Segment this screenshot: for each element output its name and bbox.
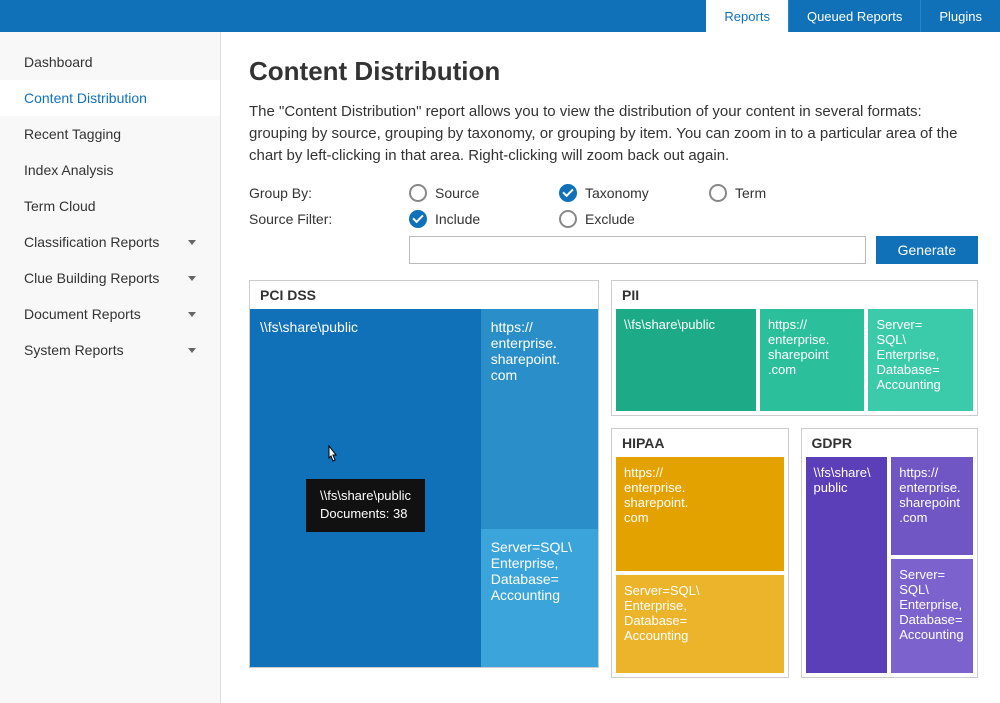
chevron-down-icon <box>188 276 196 281</box>
radio-icon <box>709 184 727 202</box>
sidebar-item-label: Clue Building Reports <box>24 270 159 286</box>
chevron-down-icon <box>188 348 196 353</box>
radio-taxonomy[interactable]: Taxonomy <box>559 184 709 202</box>
radio-label: Exclude <box>585 211 635 227</box>
tooltip-line: Documents: 38 <box>320 505 411 523</box>
radio-label: Term <box>735 185 766 201</box>
treemap-area: PCI DSS \\fs\share\public \\fs\share\pub… <box>249 280 978 678</box>
sidebar-item-document-reports[interactable]: Document Reports <box>0 296 220 332</box>
sidebar-item-clue-building-reports[interactable]: Clue Building Reports <box>0 260 220 296</box>
tab-reports[interactable]: Reports <box>706 0 788 32</box>
sidebar-item-system-reports[interactable]: System Reports <box>0 332 220 368</box>
chevron-down-icon <box>188 312 196 317</box>
panel-title: PCI DSS <box>250 281 598 309</box>
treemap-cell[interactable]: \\fs\share\ public <box>806 457 888 673</box>
group-by-radios: Source Taxonomy Term <box>409 184 859 202</box>
radio-term[interactable]: Term <box>709 184 859 202</box>
radio-exclude[interactable]: Exclude <box>559 210 709 228</box>
generate-button[interactable]: Generate <box>876 236 978 264</box>
treemap-cell[interactable]: https:// enterprise. sharepoint .com <box>760 309 865 411</box>
sidebar-item-label: Index Analysis <box>24 162 114 178</box>
pointer-cursor-icon <box>322 444 342 468</box>
tab-plugins[interactable]: Plugins <box>920 0 1000 32</box>
radio-label: Include <box>435 211 480 227</box>
tooltip: \\fs\share\public Documents: 38 <box>306 479 425 531</box>
sidebar-item-dashboard[interactable]: Dashboard <box>0 44 220 80</box>
radio-icon <box>409 210 427 228</box>
treemap-cell[interactable]: \\fs\share\public <box>616 309 756 411</box>
radio-icon <box>409 184 427 202</box>
chevron-down-icon <box>188 240 196 245</box>
panel-title: PII <box>612 281 977 309</box>
sidebar-item-label: Recent Tagging <box>24 126 121 142</box>
sidebar-item-label: System Reports <box>24 342 124 358</box>
sidebar-item-label: Content Distribution <box>24 90 147 106</box>
group-by-label: Group By: <box>249 185 409 201</box>
treemap-cell[interactable]: Server= SQL\ Enterprise, Database= Accou… <box>868 309 973 411</box>
radio-include[interactable]: Include <box>409 210 559 228</box>
sidebar-item-label: Classification Reports <box>24 234 159 250</box>
sidebar-item-label: Term Cloud <box>24 198 96 214</box>
topbar: Reports Queued Reports Plugins <box>0 0 1000 32</box>
panel-pii: PII \\fs\share\public https:// enterpris… <box>611 280 978 416</box>
sidebar-item-recent-tagging[interactable]: Recent Tagging <box>0 116 220 152</box>
panel-hipaa: HIPAA https:// enterprise. sharepoint. c… <box>611 428 789 678</box>
source-filter-label: Source Filter: <box>249 211 409 227</box>
panel-pci-dss: PCI DSS \\fs\share\public \\fs\share\pub… <box>249 280 599 668</box>
sidebar-item-classification-reports[interactable]: Classification Reports <box>0 224 220 260</box>
treemap-cell[interactable]: Server= SQL\ Enterprise, Database= Accou… <box>891 559 973 673</box>
source-filter-input[interactable] <box>409 236 866 264</box>
source-filter-radios: Include Exclude <box>409 210 709 228</box>
page-title: Content Distribution <box>249 56 978 87</box>
sidebar-item-label: Dashboard <box>24 54 93 70</box>
radio-icon <box>559 210 577 228</box>
radio-label: Taxonomy <box>585 185 649 201</box>
sidebar-item-label: Document Reports <box>24 306 141 322</box>
sidebar-item-content-distribution[interactable]: Content Distribution <box>0 80 220 116</box>
treemap-cell[interactable]: Server=SQL\ Enterprise, Database= Accoun… <box>616 575 784 673</box>
treemap-cell[interactable]: https:// enterprise. sharepoint. com <box>481 309 598 529</box>
controls: Group By: Source Taxonomy Term Source Fi… <box>249 184 978 264</box>
sidebar-item-index-analysis[interactable]: Index Analysis <box>0 152 220 188</box>
panel-title: GDPR <box>802 429 978 457</box>
radio-source[interactable]: Source <box>409 184 559 202</box>
sidebar: Dashboard Content Distribution Recent Ta… <box>0 32 221 703</box>
treemap-cell[interactable]: \\fs\share\public \\fs\share\public Docu… <box>250 309 481 667</box>
cell-label: \\fs\share\public <box>260 319 358 335</box>
tooltip-line: \\fs\share\public <box>320 487 411 505</box>
treemap-cell[interactable]: Server=SQL\ Enterprise, Database= Accoun… <box>481 529 598 667</box>
radio-label: Source <box>435 185 479 201</box>
treemap-cell[interactable]: https:// enterprise. sharepoint .com <box>891 457 973 555</box>
panel-gdpr: GDPR \\fs\share\ public https:// enterpr… <box>801 428 979 678</box>
content-area: Content Distribution The "Content Distri… <box>221 32 1000 703</box>
panel-title: HIPAA <box>612 429 788 457</box>
tab-queued-reports[interactable]: Queued Reports <box>788 0 920 32</box>
sidebar-item-term-cloud[interactable]: Term Cloud <box>0 188 220 224</box>
treemap-cell[interactable]: https:// enterprise. sharepoint. com <box>616 457 784 571</box>
page-description: The "Content Distribution" report allows… <box>249 101 978 166</box>
radio-icon <box>559 184 577 202</box>
